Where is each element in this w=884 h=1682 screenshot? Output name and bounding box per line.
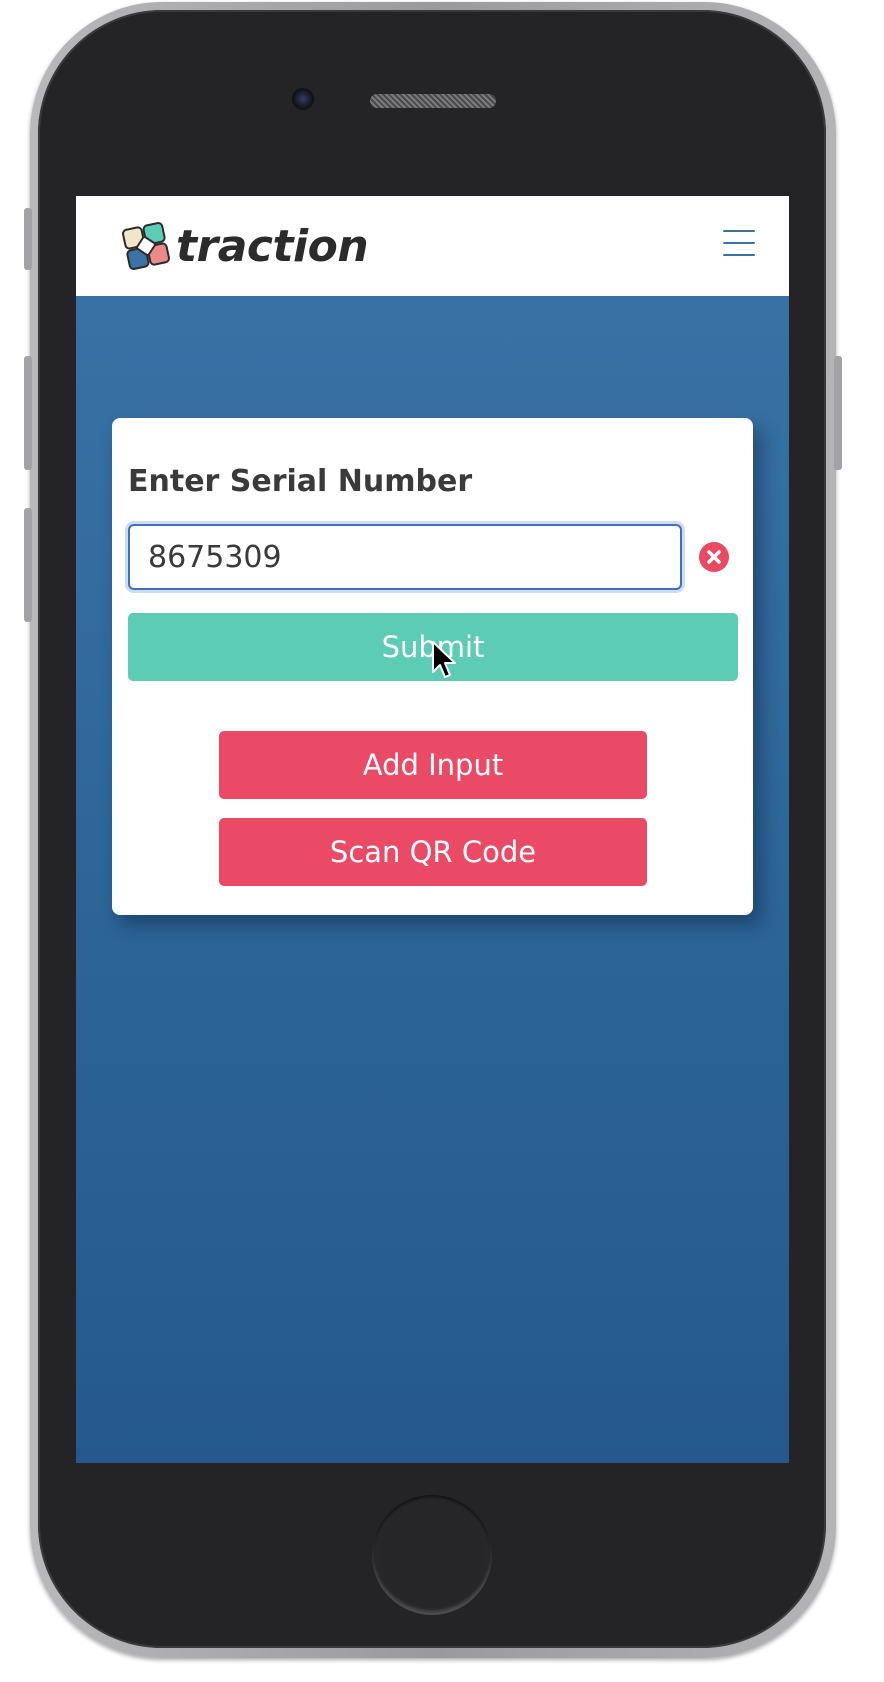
submit-button[interactable]: Submit	[128, 613, 738, 681]
traction-logo[interactable]: traction	[116, 218, 369, 274]
menu-line	[723, 254, 755, 256]
hamburger-menu-icon[interactable]	[723, 230, 755, 256]
volume-up-button	[24, 356, 32, 470]
serial-number-card: Enter Serial Number Submit Add Input Sca…	[112, 418, 753, 915]
power-button	[834, 356, 842, 470]
volume-down-button	[24, 508, 32, 622]
navbar: traction	[76, 196, 789, 296]
screenshot-canvas: traction Enter Serial Number Submit Add …	[0, 0, 884, 1682]
logo-hands-icon	[122, 222, 170, 270]
menu-line	[723, 230, 755, 232]
form-title: Enter Serial Number	[128, 464, 473, 499]
logo-text: traction	[176, 220, 369, 272]
home-button[interactable]	[372, 1495, 492, 1615]
phone-screen: traction Enter Serial Number Submit Add …	[76, 196, 789, 1463]
add-input-button[interactable]: Add Input	[219, 731, 647, 799]
clear-input-button[interactable]	[699, 542, 729, 572]
menu-line	[723, 242, 755, 244]
earpiece-speaker	[370, 94, 496, 108]
mute-switch	[24, 208, 32, 270]
scan-qr-code-button[interactable]: Scan QR Code	[219, 818, 647, 886]
serial-number-input[interactable]	[128, 524, 682, 590]
front-camera	[292, 88, 314, 110]
close-circle-icon	[707, 550, 721, 564]
